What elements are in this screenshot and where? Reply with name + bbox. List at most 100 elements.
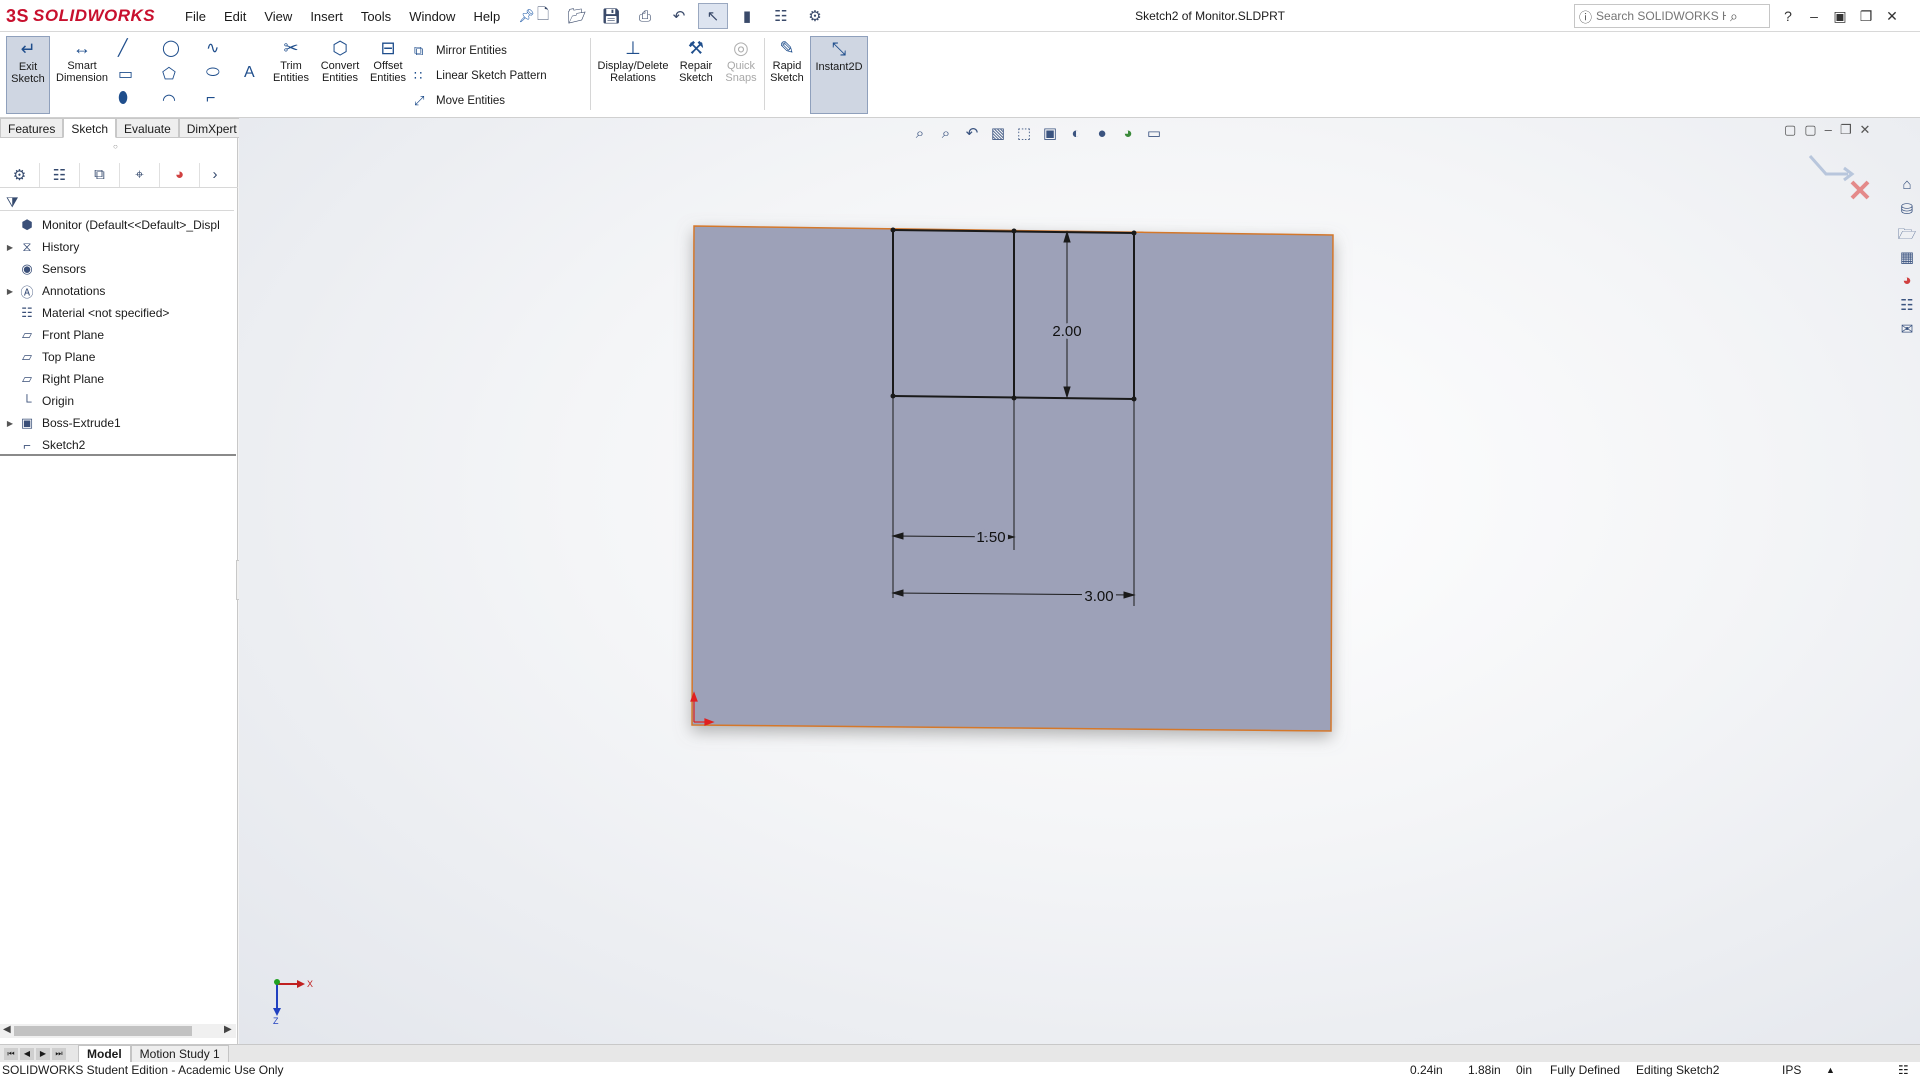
rebuild-icon[interactable]: ▮ [732,3,762,29]
status-sketch-state: Fully Defined [1550,1063,1621,1077]
save-icon[interactable]: 💾︎ [596,3,626,29]
restore-docked-icon[interactable]: ▣ [1828,8,1852,25]
scroll-left-icon[interactable]: ◀ [3,1024,11,1035]
tree-item-sensors[interactable]: ◉ Sensors [0,258,238,280]
new-document-icon[interactable]: 🗋︎ [528,3,558,29]
menu-view[interactable]: View [255,9,301,24]
plane-icon: ▱ [22,327,32,342]
tab-evaluate[interactable]: Evaluate [116,118,179,138]
expand-arrow-icon[interactable]: ▶ [4,419,16,428]
tree-item-annotations[interactable]: ▶ Ⓐ Annotations [0,280,238,302]
rectangle-icon[interactable]: ▭ [118,64,133,84]
select-icon[interactable]: ↖ [698,3,728,29]
trim-label: Trim Entities [272,60,310,84]
tree-item-boss-extrude1[interactable]: ▶ ▣ Boss-Extrude1 [0,412,238,434]
offset-entities-button[interactable]: ⊟ Offset Entities [366,36,410,84]
customize-status-icon[interactable]: ☷ [1898,1062,1909,1078]
tab-motion-study-1[interactable]: Motion Study 1 [130,1044,229,1063]
expand-arrow-icon[interactable]: ▶ [4,287,16,296]
smart-dimension-button[interactable]: ↔ Smart Dimension [52,36,112,84]
status-units[interactable]: IPS [1782,1062,1801,1078]
panel-horizontal-scrollbar[interactable]: ◀ ▶ [0,1024,236,1038]
dimension-width-text[interactable]: 3.00 [1081,585,1116,608]
help-menu-icon[interactable]: ? [1776,8,1800,24]
exit-sketch-button[interactable]: ↵ Exit Sketch [6,36,50,114]
solidworks-logo[interactable]: 3S SOLIDWORKS [6,2,155,30]
linear-pattern-button[interactable]: ∷ Linear Sketch Pattern [414,63,590,88]
quick-snaps-button[interactable]: ◎ Quick Snaps [720,36,762,84]
display-manager-tab-icon[interactable]: ◕ [160,162,200,187]
tree-item-origin[interactable]: └ Origin [0,390,238,412]
expand-arrow-icon[interactable]: ▶ [4,243,16,252]
line-icon[interactable]: ╱ [118,38,128,58]
dimension-height-text[interactable]: 2.00 [1049,320,1084,343]
dimxpert-manager-tab-icon[interactable]: ⌖ [120,162,160,187]
tab-sketch[interactable]: Sketch [63,118,117,138]
feature-manager-tab-icon[interactable]: ⚙ [0,162,40,187]
open-icon[interactable]: 📂︎ [562,3,592,29]
slot-icon[interactable]: ⬮ [118,90,128,108]
repair-sketch-button[interactable]: ⚒ Repair Sketch [674,36,718,84]
convert-entities-button[interactable]: ⬡ Convert Entities [316,36,364,84]
tab-model[interactable]: Model [78,1044,131,1063]
model-face[interactable] [691,225,1334,732]
fillet-icon[interactable]: ⌐ [206,90,215,108]
filter-icon[interactable]: ⧩ [6,194,19,211]
mirror-entities-button[interactable]: ⧉ Mirror Entities [414,38,590,63]
help-search-box[interactable]: ⓘ ⌕ [1574,4,1770,28]
tab-dimxpert[interactable]: DimXpert [178,118,245,138]
separator [590,38,591,110]
menu-window[interactable]: Window [400,9,464,24]
options-gear-icon[interactable]: ⚙ [800,3,830,29]
scroll-right-icon[interactable]: ▶ [224,1024,232,1035]
arc-icon[interactable]: ◠ [162,90,176,110]
tree-item-sketch2[interactable]: ⌐ Sketch2 [0,434,238,456]
minimize-icon[interactable]: – [1802,8,1826,24]
configuration-manager-tab-icon[interactable]: ⧉ [80,162,120,187]
menu-help[interactable]: Help [464,9,509,24]
next-tab-icon[interactable]: ▶ [36,1047,50,1060]
rollback-bar[interactable] [0,454,236,456]
maximize-icon[interactable]: ❐ [1854,8,1878,25]
first-tab-icon[interactable]: ⏮ [4,1047,18,1060]
ellipse-icon[interactable]: ⬭ [206,64,220,82]
tree-item-front-plane[interactable]: ▱ Front Plane [0,324,238,346]
graphics-area[interactable]: ⌕ ⌕ ↶ ▧ ⬚ ▣ ◐ ● ◕ ▭ ▢ ▢ – ❐ ✕ ⌂ ⛁ 🗁︎ ▦ ◕… [239,118,1920,1044]
menu-edit[interactable]: Edit [215,9,255,24]
prev-tab-icon[interactable]: ◀ [20,1047,34,1060]
tree-item-top-plane[interactable]: ▱ Top Plane [0,346,238,368]
scroll-thumb[interactable] [14,1026,192,1036]
tree-item-monitor[interactable]: ⬢ Monitor (Default<<Default>_Displ [0,214,238,236]
search-icon[interactable]: ⌕ [1730,8,1738,25]
panel-grip-icon[interactable]: ○ [113,142,118,151]
circle-icon[interactable]: ◯ [162,38,180,58]
search-input[interactable] [1596,9,1727,23]
tree-item-material[interactable]: ☷ Material <not specified> [0,302,238,324]
sketch-entity-tools: ╱ ◯ ∿ ▭ ⬠ ⬭ A ⬮ ◠ ⌐ [118,36,268,112]
move-entities-button[interactable]: ⤢ Move Entities [414,88,590,113]
spline-icon[interactable]: ∿ [206,38,219,58]
instant2d-button[interactable]: ⤡ Instant2D [810,36,868,114]
file-properties-icon[interactable]: ☷ [766,3,796,29]
menu-insert[interactable]: Insert [301,9,352,24]
text-icon[interactable]: A [244,64,255,82]
expand-panel-icon[interactable]: › [200,163,230,187]
tab-features[interactable]: Features [0,118,64,138]
property-manager-tab-icon[interactable]: ☷ [40,162,80,187]
tree-item-right-plane[interactable]: ▱ Right Plane [0,368,238,390]
units-dropdown-icon[interactable]: ▲ [1826,1062,1835,1078]
close-icon[interactable]: ✕ [1880,8,1904,25]
print-icon[interactable]: ⎙ [630,3,660,29]
repair-icon: ⚒ [687,38,705,58]
rapid-sketch-button[interactable]: ✎ Rapid Sketch [766,36,808,84]
trim-entities-button[interactable]: ✂ Trim Entities [270,36,312,84]
menu-tools[interactable]: Tools [352,9,400,24]
display-delete-relations-button[interactable]: ⊥ Display/Delete Relations [594,36,672,84]
tree-item-history[interactable]: ▶ ⧖ History [0,236,238,258]
polygon-icon[interactable]: ⬠ [162,64,176,84]
dimension-half-width-text[interactable]: 1.50 [973,526,1008,549]
instant2d-icon: ⤡ [831,39,847,59]
last-tab-icon[interactable]: ⏭ [52,1047,66,1060]
menu-file[interactable]: File [176,9,215,24]
undo-icon[interactable]: ↶ [664,3,694,29]
